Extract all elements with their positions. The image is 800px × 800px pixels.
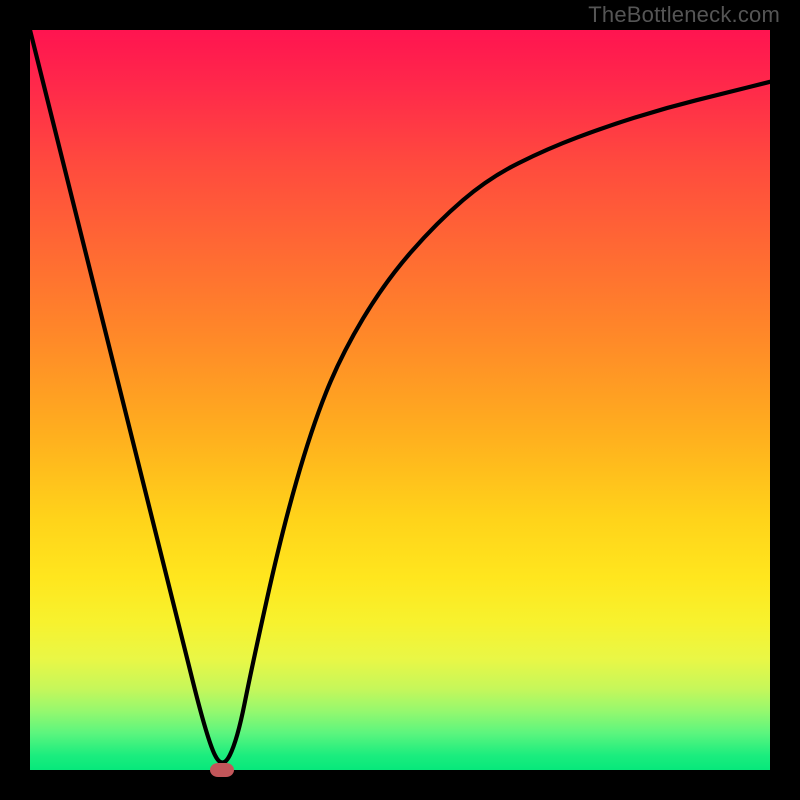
- chart-frame: TheBottleneck.com: [0, 0, 800, 800]
- curve-svg: [30, 30, 770, 770]
- plot-area: [30, 30, 770, 770]
- optimal-point-marker: [210, 763, 234, 777]
- bottleneck-curve-path: [30, 30, 770, 763]
- attribution-text: TheBottleneck.com: [588, 2, 780, 28]
